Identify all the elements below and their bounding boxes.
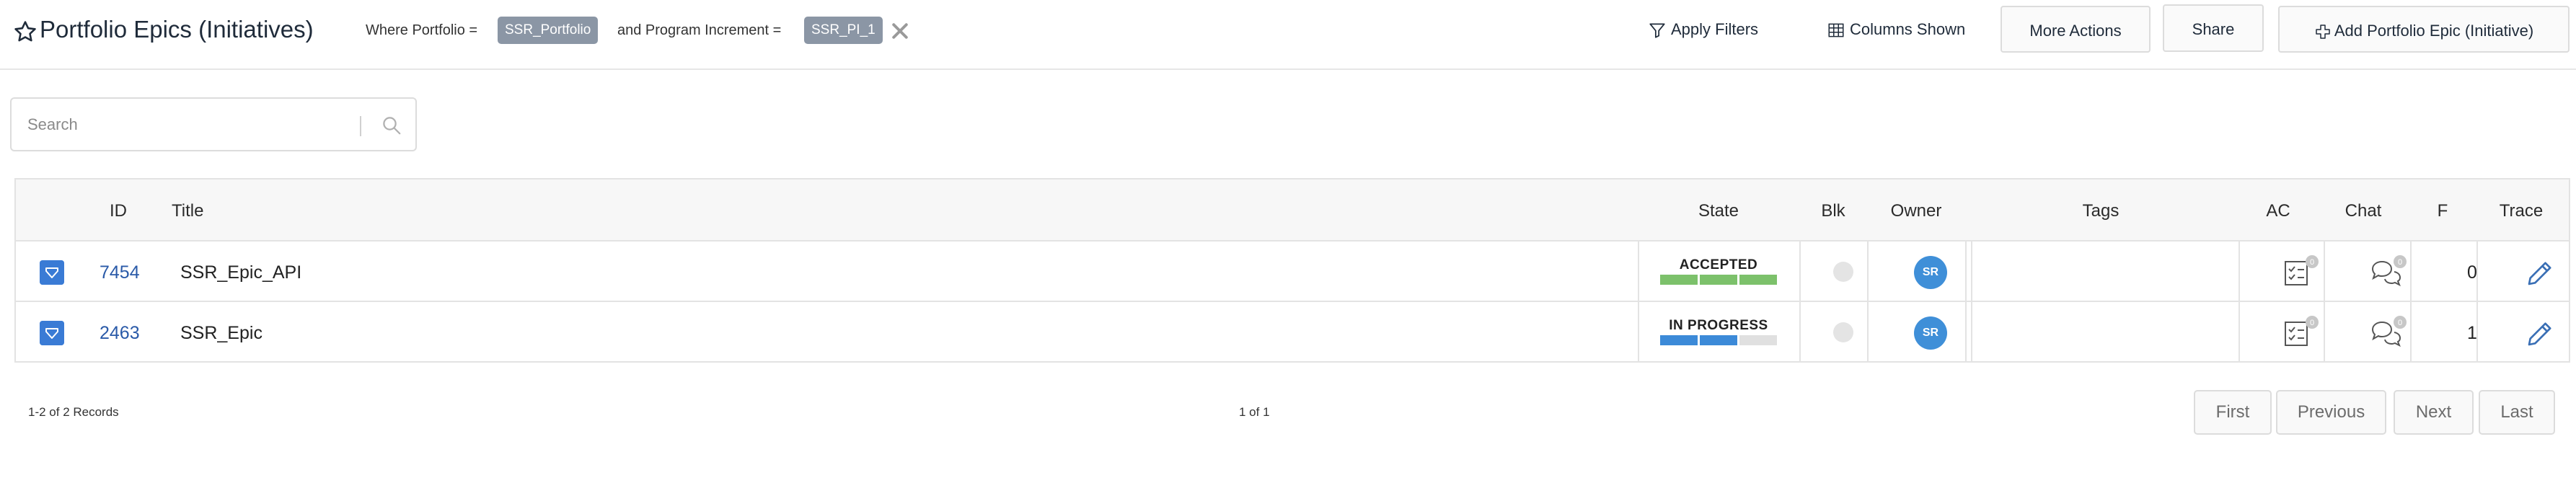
state-label[interactable]: IN PROGRESS (1660, 318, 1777, 334)
state-progress-segment (1660, 335, 1698, 345)
epic-icon[interactable] (40, 260, 64, 285)
pencil-icon[interactable] (2526, 319, 2554, 348)
epic-title[interactable]: SSR_Epic_API (180, 262, 301, 283)
close-icon[interactable] (889, 20, 911, 42)
state-label[interactable]: ACCEPTED (1660, 257, 1777, 273)
filter-portfolio-chip[interactable]: SSR_Portfolio (498, 17, 599, 44)
previous-page-button[interactable]: Previous (2276, 390, 2386, 435)
column-header-owner[interactable]: Owner (1891, 201, 1942, 221)
add-portfolio-epic-label: Add Portfolio Epic (Initiative) (2334, 22, 2534, 40)
state-progress-segment (1700, 275, 1737, 285)
chat-icon[interactable]: 0 (2368, 315, 2410, 350)
state-progress-segment (1700, 335, 1737, 345)
column-header-title[interactable]: Title (172, 201, 203, 221)
filter-portfolio-label: Where Portfolio = (366, 22, 478, 38)
f-count: 1 (2467, 323, 2477, 343)
owner-avatar[interactable]: SR (1914, 256, 1947, 289)
state-progress-bar (1660, 275, 1777, 285)
owner-avatar[interactable]: SR (1914, 316, 1947, 350)
next-page-button[interactable]: Next (2394, 390, 2474, 435)
search-input[interactable] (27, 112, 366, 138)
columns-shown-button[interactable]: Columns Shown (1827, 6, 1965, 53)
column-header-ac[interactable]: AC (2266, 201, 2290, 221)
more-actions-label: More Actions (2029, 22, 2122, 40)
table-row[interactable]: 2463 SSR_Epic IN PROGRESS SR 0 0 1 (16, 302, 2569, 363)
state-progress-bar (1660, 335, 1777, 345)
columns-shown-label: Columns Shown (1850, 20, 1966, 38)
column-header-blk[interactable]: Blk (1821, 201, 1845, 221)
ac-count-badge: 0 (2310, 319, 2314, 327)
checklist-icon[interactable]: 0 (2282, 254, 2324, 289)
pencil-icon[interactable] (2526, 259, 2554, 288)
search-box (10, 97, 417, 151)
first-page-button[interactable]: First (2194, 390, 2272, 435)
epic-title[interactable]: SSR_Epic (180, 323, 263, 343)
page-title: Portfolio Epics (Initiatives) (40, 16, 314, 43)
columns-icon (1828, 23, 1844, 37)
column-header-id[interactable]: ID (110, 201, 127, 221)
epic-icon[interactable] (40, 321, 64, 345)
table-header: ID Title State Blk Owner Tags AC Chat F … (16, 180, 2569, 241)
plus-icon (2316, 25, 2330, 39)
blocked-indicator[interactable] (1833, 262, 1853, 282)
page-header: Portfolio Epics (Initiatives) Where Port… (0, 0, 2576, 70)
state-progress-segment (1660, 275, 1698, 285)
checklist-icon[interactable]: 0 (2282, 315, 2324, 350)
apply-filters-label: Apply Filters (1671, 20, 1759, 38)
ac-count-badge: 0 (2310, 258, 2314, 267)
column-header-tags[interactable]: Tags (2083, 201, 2120, 221)
column-header-trace[interactable]: Trace (2500, 201, 2543, 221)
filter-icon (1649, 23, 1665, 38)
f-count: 0 (2467, 262, 2477, 283)
chat-icon[interactable]: 0 (2368, 254, 2410, 289)
star-icon[interactable] (13, 19, 38, 44)
chat-count-badge: 0 (2398, 319, 2402, 327)
blocked-indicator[interactable] (1833, 322, 1853, 342)
epics-table: ID Title State Blk Owner Tags AC Chat F … (14, 178, 2570, 363)
page-info: 1 of 1 (1239, 405, 1270, 419)
more-actions-button[interactable]: More Actions (2001, 6, 2151, 53)
state-progress-segment (1739, 335, 1777, 345)
search-divider (360, 116, 361, 136)
column-header-f[interactable]: F (2438, 201, 2448, 221)
last-page-button[interactable]: Last (2479, 390, 2555, 435)
column-header-chat[interactable]: Chat (2345, 201, 2382, 221)
state-progress-segment (1739, 275, 1777, 285)
records-count: 1-2 of 2 Records (28, 405, 119, 419)
share-label: Share (2192, 20, 2235, 38)
chat-count-badge: 0 (2398, 258, 2402, 267)
table-row[interactable]: 7454 SSR_Epic_API ACCEPTED SR 0 0 0 (16, 241, 2569, 302)
epic-id-link[interactable]: 2463 (100, 323, 140, 343)
share-button[interactable]: Share (2163, 4, 2264, 52)
filter-pi-chip[interactable]: SSR_PI_1 (804, 17, 883, 44)
apply-filters-button[interactable]: Apply Filters (1648, 6, 1758, 53)
column-header-state[interactable]: State (1698, 201, 1739, 221)
search-icon[interactable] (381, 115, 402, 136)
filter-pi-label: and Program Increment = (617, 22, 782, 38)
epic-id-link[interactable]: 7454 (100, 262, 140, 283)
add-portfolio-epic-button[interactable]: Add Portfolio Epic (Initiative) (2278, 6, 2570, 53)
